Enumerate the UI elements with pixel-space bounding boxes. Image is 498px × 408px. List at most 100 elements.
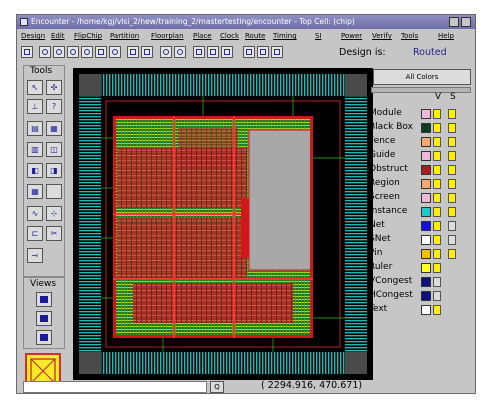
refresh-icon[interactable] bbox=[109, 46, 121, 58]
highlight-icon[interactable] bbox=[193, 46, 205, 58]
layer-color-swatch[interactable] bbox=[421, 151, 431, 161]
layer-visible-checkbox[interactable] bbox=[433, 291, 441, 301]
menu-design[interactable]: Design bbox=[21, 29, 45, 43]
layer-color-swatch[interactable] bbox=[421, 235, 431, 245]
info-tool-icon[interactable]: ? bbox=[46, 99, 62, 114]
layer-visible-checkbox[interactable] bbox=[433, 249, 441, 259]
zoom-fit-icon[interactable] bbox=[67, 46, 79, 58]
menu-timing[interactable]: Timing bbox=[273, 29, 297, 43]
zoom-out-icon[interactable] bbox=[53, 46, 65, 58]
pan-icon[interactable] bbox=[95, 46, 107, 58]
delete-icon[interactable] bbox=[243, 46, 255, 58]
floorplan-view-button[interactable] bbox=[36, 292, 52, 307]
align-tool-icon[interactable]: ◨ bbox=[46, 163, 62, 178]
layer-selectable-checkbox[interactable] bbox=[448, 179, 456, 189]
layer-selectable-checkbox[interactable] bbox=[448, 249, 456, 259]
layer-visible-checkbox[interactable] bbox=[433, 151, 441, 161]
layer-visible-checkbox[interactable] bbox=[433, 221, 441, 231]
split-tool-icon[interactable]: ◫ bbox=[46, 142, 62, 157]
layer-selectable-checkbox[interactable] bbox=[448, 109, 456, 119]
zoom-in-icon[interactable] bbox=[39, 46, 51, 58]
layer-color-swatch[interactable] bbox=[421, 123, 431, 133]
layer-visible-checkbox[interactable] bbox=[433, 263, 441, 273]
measure-icon[interactable] bbox=[207, 46, 219, 58]
menu-partition[interactable]: Partition bbox=[110, 29, 139, 43]
floorplan-view-icon[interactable] bbox=[127, 46, 139, 58]
layer-visible-checkbox[interactable] bbox=[433, 109, 441, 119]
amoeba-view-icon[interactable] bbox=[141, 46, 153, 58]
menu-edit[interactable]: Edit bbox=[51, 29, 65, 43]
move-pin-tool-icon[interactable]: ◧ bbox=[27, 163, 43, 178]
layer-color-swatch[interactable] bbox=[421, 263, 431, 273]
menu-flipchip[interactable]: FlipChip bbox=[74, 29, 102, 43]
layer-selectable-checkbox[interactable] bbox=[448, 193, 456, 203]
layer-selectable-checkbox[interactable] bbox=[448, 123, 456, 133]
zoom-selected-icon[interactable] bbox=[81, 46, 93, 58]
layer-color-swatch[interactable] bbox=[421, 137, 431, 147]
menu-power[interactable]: Power bbox=[341, 29, 362, 43]
layer-color-swatch[interactable] bbox=[421, 291, 431, 301]
select-tool-icon[interactable]: ↖ bbox=[27, 80, 43, 95]
amoeba-view-button[interactable] bbox=[36, 311, 52, 326]
layer-visible-checkbox[interactable] bbox=[433, 305, 441, 315]
add-wire-tool-icon[interactable]: ⊏ bbox=[27, 226, 43, 241]
blank-tool-icon[interactable] bbox=[46, 184, 62, 199]
all-colors-button[interactable]: All Colors bbox=[373, 69, 471, 85]
resize-tool-icon[interactable]: ▦ bbox=[46, 121, 62, 136]
undo-icon[interactable] bbox=[160, 46, 172, 58]
layer-color-swatch[interactable] bbox=[421, 165, 431, 175]
layer-visible-checkbox[interactable] bbox=[433, 137, 441, 147]
redo-icon[interactable] bbox=[174, 46, 186, 58]
ruler-tool-icon[interactable]: ⊥ bbox=[27, 99, 43, 114]
menu-floorplan[interactable]: Floorplan bbox=[151, 29, 184, 43]
layer-color-swatch[interactable] bbox=[421, 305, 431, 315]
copy-icon[interactable] bbox=[257, 46, 269, 58]
query-button[interactable]: Q bbox=[210, 381, 224, 393]
menu-tools[interactable]: Tools bbox=[401, 29, 418, 43]
layer-visible-checkbox[interactable] bbox=[433, 179, 441, 189]
menu-si[interactable]: SI bbox=[315, 29, 322, 43]
layer-color-swatch[interactable] bbox=[421, 221, 431, 231]
layer-color-swatch[interactable] bbox=[421, 249, 431, 259]
menu-place[interactable]: Place bbox=[193, 29, 212, 43]
layer-selectable-checkbox[interactable] bbox=[448, 221, 456, 231]
connect-tool-icon[interactable]: ⊸ bbox=[27, 248, 43, 263]
layer-panel-scrollbar[interactable] bbox=[371, 87, 471, 93]
layer-visible-checkbox[interactable] bbox=[433, 123, 441, 133]
layer-visible-checkbox[interactable] bbox=[433, 235, 441, 245]
layer-selectable-checkbox[interactable] bbox=[448, 151, 456, 161]
cut-wire-tool-icon[interactable]: ✂ bbox=[46, 226, 62, 241]
menu-clock[interactable]: Clock bbox=[220, 29, 239, 43]
minimize-button[interactable] bbox=[449, 17, 459, 27]
via-tool-icon[interactable]: ⊹ bbox=[46, 206, 62, 221]
cut-rect-tool-icon[interactable]: ▥ bbox=[27, 142, 43, 157]
layer-color-swatch[interactable] bbox=[421, 179, 431, 189]
layer-selectable-checkbox[interactable] bbox=[448, 207, 456, 217]
menu-route[interactable]: Route bbox=[245, 29, 265, 43]
layer-selectable-checkbox[interactable] bbox=[448, 137, 456, 147]
wire-tool-icon[interactable]: ∿ bbox=[27, 206, 43, 221]
layer-visible-checkbox[interactable] bbox=[433, 193, 441, 203]
layer-selectable-checkbox[interactable] bbox=[448, 235, 456, 245]
layer-selectable-checkbox[interactable] bbox=[448, 165, 456, 175]
layout-canvas[interactable] bbox=[73, 68, 373, 380]
layer-color-swatch[interactable] bbox=[421, 277, 431, 287]
layer-color-swatch[interactable] bbox=[421, 109, 431, 119]
layer-visible-checkbox[interactable] bbox=[433, 277, 441, 287]
command-input[interactable] bbox=[23, 381, 207, 393]
grid-tool-icon[interactable]: ▦ bbox=[27, 184, 43, 199]
stretch-tool-icon[interactable]: ▤ bbox=[27, 121, 43, 136]
menu-verify[interactable]: Verify bbox=[372, 29, 392, 43]
layer-color-swatch[interactable] bbox=[421, 193, 431, 203]
move-tool-icon[interactable]: ✣ bbox=[46, 80, 62, 95]
new-layout-icon[interactable] bbox=[21, 46, 33, 58]
layer-color-swatch[interactable] bbox=[421, 207, 431, 217]
physical-view-button[interactable] bbox=[36, 330, 52, 345]
layer-visible-checkbox[interactable] bbox=[433, 207, 441, 217]
layer-visible-checkbox[interactable] bbox=[433, 165, 441, 175]
select-box-icon[interactable] bbox=[221, 46, 233, 58]
maximize-button[interactable] bbox=[461, 17, 471, 27]
properties-icon[interactable] bbox=[271, 46, 283, 58]
menu-bar: Design Edit FlipChip Partition Floorplan… bbox=[17, 29, 475, 43]
menu-help[interactable]: Help bbox=[438, 29, 454, 43]
